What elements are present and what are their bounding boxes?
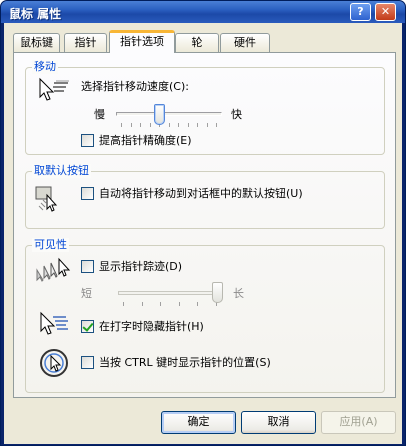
snap-to-checkbox[interactable] xyxy=(81,187,94,200)
trails-label[interactable]: 显示指针踪迹(D) xyxy=(99,260,182,274)
slider-tick xyxy=(197,123,198,127)
slider-tick xyxy=(188,123,189,127)
slider-tick xyxy=(160,302,161,306)
slow-label: 慢 xyxy=(94,108,105,121)
long-label: 长 xyxy=(233,287,244,300)
slider-tick xyxy=(142,302,143,306)
pointer-options-panel: 移动 选择指针移动速度(C): 慢 快 提高指针精确度(E) 取默认按钮 自动将… xyxy=(13,52,396,398)
slider-tick xyxy=(216,123,217,127)
slider-tick xyxy=(169,123,170,127)
tab-buttons[interactable]: 鼠标键 xyxy=(13,33,60,52)
slider-tick xyxy=(178,123,179,127)
slider-tick xyxy=(197,302,198,306)
apply-button[interactable]: 应用(A) xyxy=(321,411,396,434)
visibility-group: 可见性 xyxy=(25,238,385,393)
ok-button[interactable]: 确定 xyxy=(161,411,236,434)
cancel-button[interactable]: 取消 xyxy=(241,411,316,434)
mouse-properties-window: 鼠标 属性 ? ✕ 鼠标键 指针 指针选项 轮 硬件 移动 选择指针移动速度(C… xyxy=(0,0,406,446)
trails-checkbox[interactable] xyxy=(81,260,94,273)
help-button[interactable]: ? xyxy=(350,3,371,21)
trails-slider-thumb xyxy=(212,282,223,303)
show-location-checkbox[interactable] xyxy=(81,356,94,369)
window-title: 鼠标 属性 xyxy=(9,7,62,21)
pointer-trails-icon xyxy=(36,257,71,282)
precision-checkbox[interactable] xyxy=(81,134,94,147)
speed-slider-ticks xyxy=(121,123,217,127)
precision-label[interactable]: 提高指针精确度(E) xyxy=(99,134,192,148)
speed-label: 选择指针移动速度(C): xyxy=(81,80,189,93)
fast-label: 快 xyxy=(231,108,242,121)
hide-while-typing-label[interactable]: 在打字时隐藏指针(H) xyxy=(99,320,204,334)
hide-while-typing-icon xyxy=(40,311,68,335)
visibility-group-title: 可见性 xyxy=(32,238,69,252)
short-label: 短 xyxy=(81,287,92,300)
pointer-speed-icon xyxy=(39,77,69,101)
snap-to-group-title: 取默认按钮 xyxy=(32,164,91,178)
show-location-label[interactable]: 当按 CTRL 键时显示指针的位置(S) xyxy=(99,356,271,370)
slider-tick xyxy=(131,123,132,127)
trails-slider-ticks xyxy=(123,302,217,306)
snap-to-default-icon xyxy=(35,186,58,212)
slider-tick xyxy=(150,123,151,127)
slider-tick xyxy=(207,123,208,127)
motion-group-title: 移动 xyxy=(32,60,58,74)
slider-tick xyxy=(121,123,122,127)
slider-tick xyxy=(140,123,141,127)
dialog-body: 鼠标键 指针 指针选项 轮 硬件 移动 选择指针移动速度(C): 慢 快 提高指… xyxy=(4,23,402,444)
close-button[interactable]: ✕ xyxy=(375,3,396,21)
speed-slider-thumb[interactable] xyxy=(154,104,165,125)
motion-group: 移动 xyxy=(25,60,385,155)
slider-tick xyxy=(123,302,124,306)
tab-pointer-options[interactable]: 指针选项 xyxy=(109,30,175,53)
show-location-icon xyxy=(40,349,68,377)
tab-wheel[interactable]: 轮 xyxy=(175,33,219,52)
title-bar[interactable]: 鼠标 属性 ? ✕ xyxy=(1,1,405,23)
hide-while-typing-checkbox[interactable] xyxy=(81,320,94,333)
speed-slider-track xyxy=(116,112,222,116)
snap-to-label[interactable]: 自动将指针移动到对话框中的默认按钮(U) xyxy=(99,187,303,201)
tab-hardware[interactable]: 硬件 xyxy=(220,33,270,52)
tab-pointers[interactable]: 指针 xyxy=(64,33,107,52)
slider-tick xyxy=(179,302,180,306)
trails-slider-track xyxy=(118,291,222,295)
